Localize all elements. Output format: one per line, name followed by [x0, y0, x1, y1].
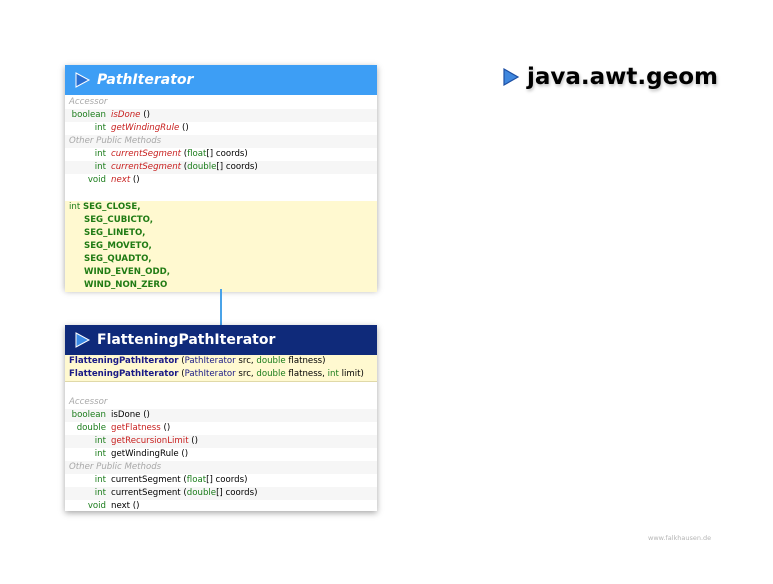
- method-name: isDone (): [111, 410, 150, 420]
- footer-credit: www.falkhausen.de: [648, 534, 712, 542]
- path-iterator-card[interactable]: PathIterator Accessor boolean isDone () …: [65, 65, 377, 292]
- path-iterator-header[interactable]: PathIterator: [65, 65, 377, 95]
- method-row[interactable]: int getWindingRule (): [65, 122, 377, 135]
- method-name: isDone: [111, 110, 141, 120]
- method-name: getWindingRule (): [111, 449, 189, 459]
- method-name: currentSegment: [111, 149, 182, 159]
- constant-name: WIND_EVEN_ODD,: [84, 267, 171, 277]
- constructor-row[interactable]: FlatteningPathIterator (PathIterator src…: [65, 355, 377, 368]
- constant-row[interactable]: int SEG_CLOSE,: [65, 201, 377, 214]
- method-row[interactable]: boolean isDone (): [65, 409, 377, 422]
- interface-play-icon: [75, 72, 91, 88]
- constant-row[interactable]: SEG_LINETO,: [65, 227, 377, 240]
- method-name: getWindingRule: [111, 123, 180, 133]
- method-name: currentSegment: [111, 162, 182, 172]
- class-play-icon: [75, 332, 91, 348]
- method-name: next (): [111, 501, 140, 511]
- flattening-path-iterator-card[interactable]: FlatteningPathIterator FlatteningPathIte…: [65, 325, 377, 511]
- method-row[interactable]: boolean isDone (): [65, 109, 377, 122]
- constructors-block: FlatteningPathIterator (PathIterator src…: [65, 355, 377, 382]
- method-name: next: [111, 175, 131, 185]
- constant-name: SEG_QUADTO,: [84, 254, 152, 264]
- package-title: java.awt.geom: [502, 64, 718, 90]
- method-name: currentSegment: [111, 488, 181, 498]
- constant-row[interactable]: SEG_QUADTO,: [65, 253, 377, 266]
- constructor-name: FlatteningPathIterator: [69, 356, 179, 366]
- method-row[interactable]: double getFlatness (): [65, 422, 377, 435]
- constructor-name: FlatteningPathIterator: [69, 369, 179, 379]
- method-row[interactable]: void next (): [65, 174, 377, 187]
- category-other-methods: Other Public Methods: [65, 461, 377, 474]
- constants-block: int SEG_CLOSE, SEG_CUBICTO, SEG_LINETO, …: [65, 201, 377, 292]
- category-accessor: Accessor: [69, 97, 108, 107]
- constant-row[interactable]: SEG_MOVETO,: [65, 240, 377, 253]
- method-row[interactable]: int getWindingRule (): [65, 448, 377, 461]
- method-row[interactable]: void next (): [65, 500, 377, 513]
- constant-name: SEG_CUBICTO,: [84, 215, 153, 225]
- constant-row[interactable]: SEG_CUBICTO,: [65, 214, 377, 227]
- flattening-header[interactable]: FlatteningPathIterator: [65, 325, 377, 355]
- constant-row[interactable]: WIND_EVEN_ODD,: [65, 266, 377, 279]
- constructor-row[interactable]: FlatteningPathIterator (PathIterator src…: [65, 368, 377, 381]
- path-iterator-title: PathIterator: [97, 72, 194, 88]
- method-row[interactable]: int currentSegment (float[] coords): [65, 148, 377, 161]
- method-name: getRecursionLimit: [111, 436, 189, 446]
- method-name: getFlatness: [111, 423, 161, 433]
- method-row[interactable]: int currentSegment (double[] coords): [65, 487, 377, 500]
- constant-name: WIND_NON_ZERO: [84, 280, 168, 290]
- constant-name: SEG_LINETO,: [84, 228, 146, 238]
- constant-name: SEG_MOVETO,: [84, 241, 152, 251]
- package-play-icon: [503, 67, 520, 87]
- method-name: currentSegment: [111, 475, 181, 485]
- constant-name: SEG_CLOSE,: [82, 202, 141, 212]
- method-row[interactable]: int currentSegment (float[] coords): [65, 474, 377, 487]
- inheritance-connector: [220, 289, 222, 325]
- package-name: java.awt.geom: [527, 64, 718, 90]
- category-other-methods: Other Public Methods: [65, 135, 377, 148]
- flattening-title: FlatteningPathIterator: [97, 332, 276, 348]
- method-row[interactable]: int getRecursionLimit (): [65, 435, 377, 448]
- method-row[interactable]: int currentSegment (double[] coords): [65, 161, 377, 174]
- category-accessor: Accessor: [69, 397, 108, 407]
